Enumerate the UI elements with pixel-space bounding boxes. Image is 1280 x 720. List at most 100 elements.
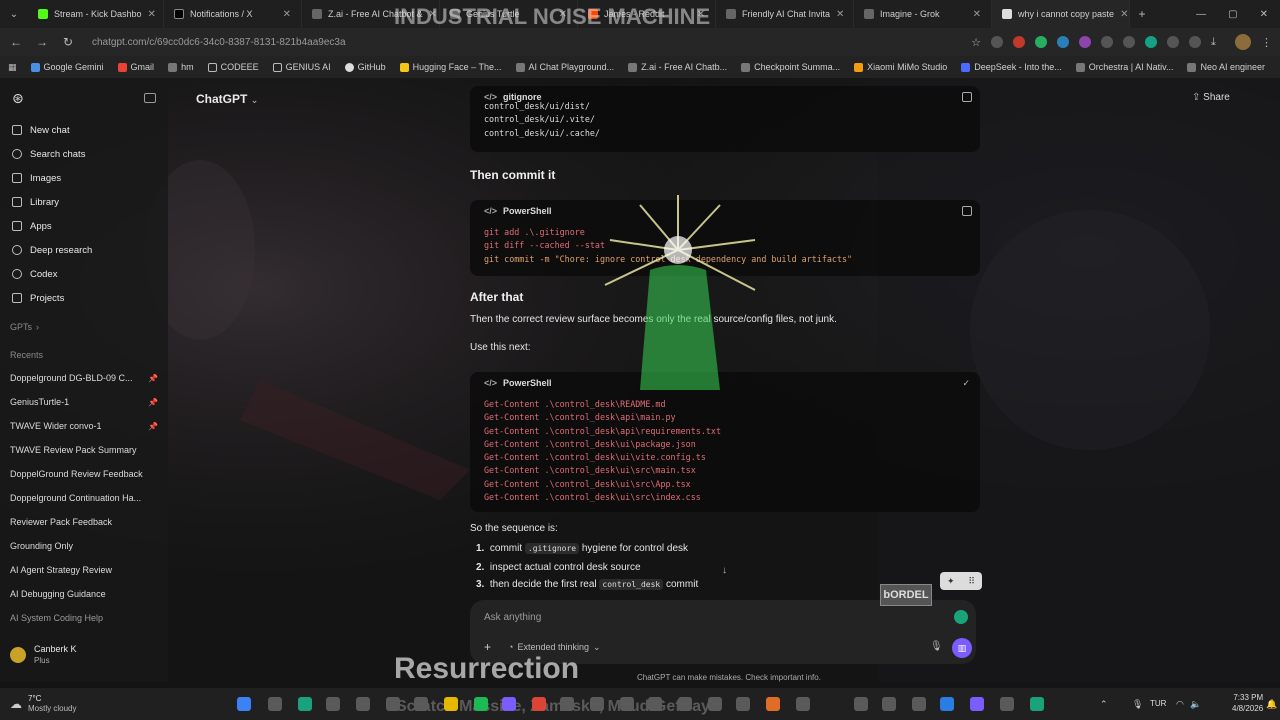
sidebar-item-images[interactable]: Images [0, 166, 168, 190]
recent-chat-item[interactable]: AI Agent Strategy Review [0, 558, 168, 582]
download-icon[interactable]: ⤓ [1211, 36, 1225, 49]
recent-chat-item[interactable]: TWAVE Wider convo-1 📌 [0, 414, 168, 438]
gpts-section[interactable]: GPTs › [0, 316, 168, 338]
recent-chat-item[interactable]: DoppelGround Review Feedback [0, 462, 168, 486]
bookmark-item[interactable]: Gmail [117, 62, 154, 72]
weather-widget[interactable]: ☁ 7°C Mostly cloudy [10, 694, 76, 714]
tray-app-icon[interactable] [912, 697, 926, 711]
sidebar-item-deep-research[interactable]: Deep research [0, 238, 168, 262]
taskbar-app-icon[interactable] [326, 697, 340, 711]
forward-icon[interactable]: → [34, 35, 50, 49]
user-profile[interactable]: Canberk K Plus [10, 644, 77, 666]
taskbar-app-icon[interactable] [678, 697, 692, 711]
taskbar-app-icon[interactable] [386, 697, 400, 711]
taskbar-app-icon[interactable] [796, 697, 810, 711]
spotify-icon[interactable] [474, 697, 488, 711]
copy-icon[interactable] [962, 92, 972, 102]
volume-icon[interactable]: 🔈 [1190, 699, 1201, 710]
sidebar-item-search-chats[interactable]: Search chats [0, 142, 168, 166]
clock[interactable]: 7:33 PM 4/8/2026 [1232, 692, 1263, 714]
taskbar-app-icon[interactable] [648, 697, 662, 711]
bookmark-item[interactable]: hm [168, 62, 194, 72]
file-explorer-icon[interactable] [444, 697, 458, 711]
recent-chat-item[interactable]: Doppelground Continuation Ha... [0, 486, 168, 510]
bookmark-star-icon[interactable]: ☆ [971, 36, 981, 49]
close-icon[interactable]: ✕ [283, 9, 291, 20]
extension-icon[interactable] [1079, 36, 1091, 48]
tray-app-icon[interactable] [1030, 697, 1044, 711]
copied-check-icon[interactable]: ✓ [962, 378, 970, 389]
taskbar-app-icon[interactable] [502, 697, 516, 711]
sidebar-item-library[interactable]: Library [0, 190, 168, 214]
recent-chat-item[interactable]: Reviewer Pack Feedback [0, 510, 168, 534]
extension-icon[interactable] [1101, 36, 1113, 48]
tab-1[interactable]: Notifications / X ✕ [164, 0, 302, 28]
minimize-icon[interactable]: — [1196, 9, 1206, 20]
tab-search-icon[interactable]: ⌄ [0, 9, 28, 20]
close-icon[interactable]: ✕ [973, 9, 981, 20]
extension-icon[interactable] [1035, 36, 1047, 48]
scroll-down-icon[interactable]: ↓ [722, 565, 727, 576]
profile-avatar[interactable] [1235, 34, 1251, 50]
extension-icon[interactable] [1123, 36, 1135, 48]
url-field[interactable]: chatgpt.com/c/69cc0dc6-34c0-8387-8131-82… [92, 37, 692, 48]
bookmark-item[interactable]: GitHub [344, 62, 386, 72]
bookmark-item[interactable]: Hugging Face – The... [399, 62, 502, 72]
share-button[interactable]: ⇪ Share [1192, 92, 1230, 103]
bookmark-item[interactable]: Z.ai - Free AI Chatb... [628, 62, 727, 72]
puzzle-extensions-icon[interactable] [1189, 36, 1201, 48]
bookmark-item[interactable]: AI Chat Playground... [515, 62, 614, 72]
bookmark-item[interactable]: Orchestra | AI Nativ... [1075, 62, 1173, 72]
taskbar-app-icon[interactable] [414, 697, 428, 711]
prompt-input[interactable]: Ask anything [484, 612, 541, 623]
chrome-icon[interactable] [532, 697, 546, 711]
bookmark-item[interactable]: Google Gemini [30, 62, 104, 72]
close-icon[interactable]: ✕ [1120, 9, 1128, 20]
recent-chat-item[interactable]: Doppelground DG-BLD-09 C... 📌 [0, 366, 168, 390]
tray-app-icon[interactable] [1000, 697, 1014, 711]
taskbar-app-icon[interactable] [356, 697, 370, 711]
close-icon[interactable]: ✕ [836, 9, 844, 20]
sidebar-item-apps[interactable]: Apps [0, 214, 168, 238]
extension-icon[interactable] [1013, 36, 1025, 48]
recent-chat-item[interactable]: AI System Coding Help [0, 606, 168, 630]
sidebar-item-new-chat[interactable]: New chat [0, 118, 168, 142]
extension-icon[interactable] [991, 36, 1003, 48]
sidebar-item-projects[interactable]: Projects [0, 286, 168, 310]
settings-gear-icon[interactable] [620, 697, 634, 711]
new-tab-button[interactable]: + [1130, 7, 1154, 21]
sidebar-toggle-icon[interactable] [144, 93, 156, 103]
bookmark-folder[interactable]: CODEEE [207, 62, 259, 72]
recent-chat-item[interactable]: TWAVE Review Pack Summary [0, 438, 168, 462]
tab-7-active[interactable]: why i cannot copy paste ✕ [992, 0, 1130, 28]
taskview-icon[interactable] [268, 697, 282, 711]
tab-5[interactable]: Friendly AI Chat Invita ✕ [716, 0, 854, 28]
bookmark-item[interactable]: Neo AI engineer [1187, 62, 1265, 72]
voice-mode-button[interactable]: ▥ [952, 638, 972, 658]
recent-chat-item[interactable]: Grounding Only [0, 534, 168, 558]
grammarly-icon[interactable] [954, 610, 968, 624]
apps-grid-icon[interactable]: ▦ [8, 62, 17, 73]
tab-0[interactable]: Stream - Kick Dashbo ✕ [28, 0, 164, 28]
bookmark-item[interactable]: Xiaomi MiMo Studio [854, 62, 947, 72]
vscode-icon[interactable] [940, 697, 954, 711]
microphone-icon[interactable]: 🎙 [930, 641, 943, 652]
menu-kebab-icon[interactable]: ⋮ [1261, 36, 1272, 49]
tray-app-icon[interactable] [882, 697, 896, 711]
tray-app-icon[interactable] [970, 697, 984, 711]
taskbar-app-icon[interactable] [708, 697, 722, 711]
close-window-icon[interactable]: ✕ [1260, 9, 1268, 20]
input-language[interactable]: TUR [1150, 699, 1166, 708]
extension-icon[interactable] [1057, 36, 1069, 48]
extension-icon[interactable] [1167, 36, 1179, 48]
microphone-tray-icon[interactable]: 🎙 [1132, 699, 1143, 710]
reload-icon[interactable]: ↻ [60, 35, 76, 49]
recent-chat-item[interactable]: AI Debugging Guidance [0, 582, 168, 606]
windows-start-icon[interactable] [237, 697, 251, 711]
back-icon[interactable]: ← [8, 35, 24, 49]
floating-toolbar[interactable]: ✦ ⠿ [940, 572, 982, 590]
bookmark-item[interactable]: DeepSeek - Into the... [961, 62, 1062, 72]
maximize-icon[interactable]: ▢ [1228, 9, 1237, 20]
wifi-icon[interactable]: ◠ [1176, 699, 1184, 710]
close-icon[interactable]: ✕ [148, 9, 156, 20]
